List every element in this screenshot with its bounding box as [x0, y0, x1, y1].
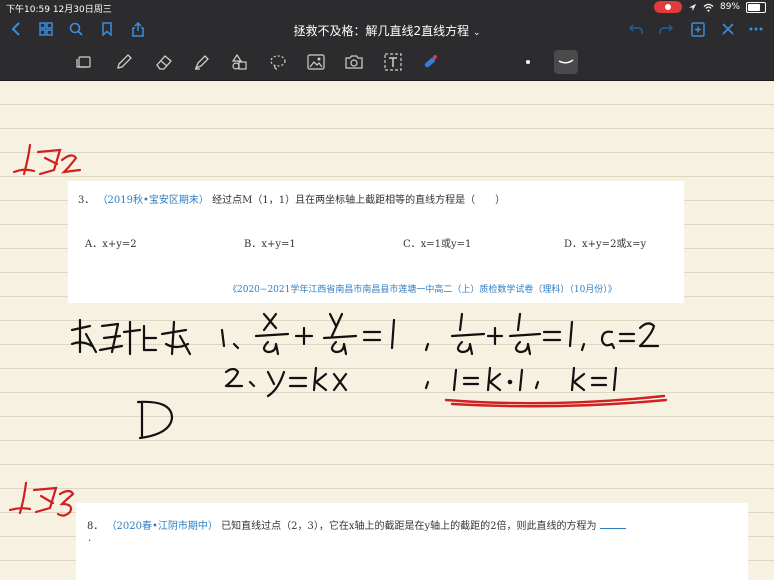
handwritten-red-label-q8: [8, 481, 75, 517]
handwriting-layer: [8, 143, 668, 517]
red-underline: [444, 394, 668, 408]
handwritten-solution: [70, 312, 660, 440]
handwritten-red-label-q3: [12, 143, 82, 176]
